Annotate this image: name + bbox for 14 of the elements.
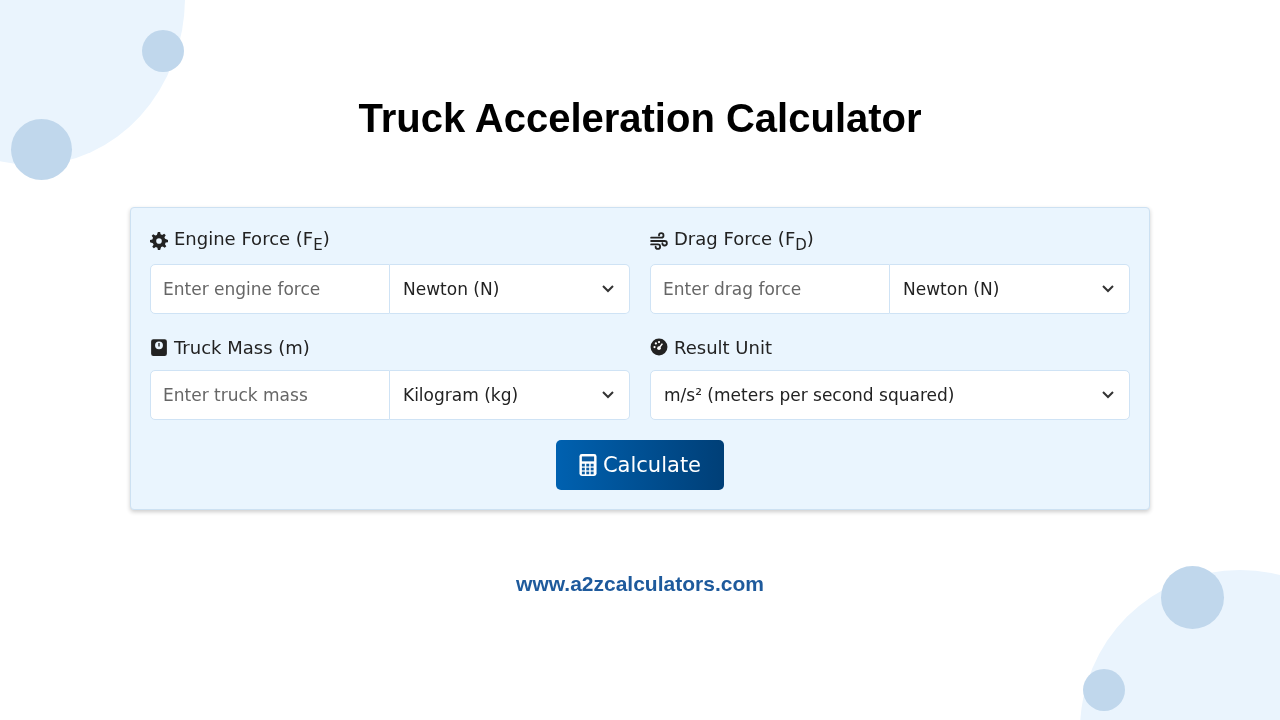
- unit-select[interactable]: m/s² (meters per second squared): [650, 370, 1130, 420]
- value-input[interactable]: Enter drag force: [650, 264, 890, 314]
- field-label: Engine Force (F$_{E}$): [174, 228, 330, 254]
- calculate-button[interactable]: Calculate: [555, 440, 725, 490]
- field-label: Drag Force (F$_{D}$): [674, 228, 814, 254]
- unit-select[interactable]: Kilogram (kg): [390, 370, 630, 420]
- field-label: Result Unit: [674, 336, 772, 358]
- field-label: Truck Mass (m): [174, 336, 310, 358]
- unit-select[interactable]: Newton (N): [890, 264, 1130, 314]
- website-url: www.a2zcalculators.com: [516, 572, 764, 596]
- value-input[interactable]: Enter engine force: [150, 264, 390, 314]
- value-input[interactable]: Enter truck mass: [150, 370, 390, 420]
- page-title: Truck Acceleration Calculator: [358, 96, 922, 141]
- unit-select[interactable]: Newton (N): [390, 264, 630, 314]
